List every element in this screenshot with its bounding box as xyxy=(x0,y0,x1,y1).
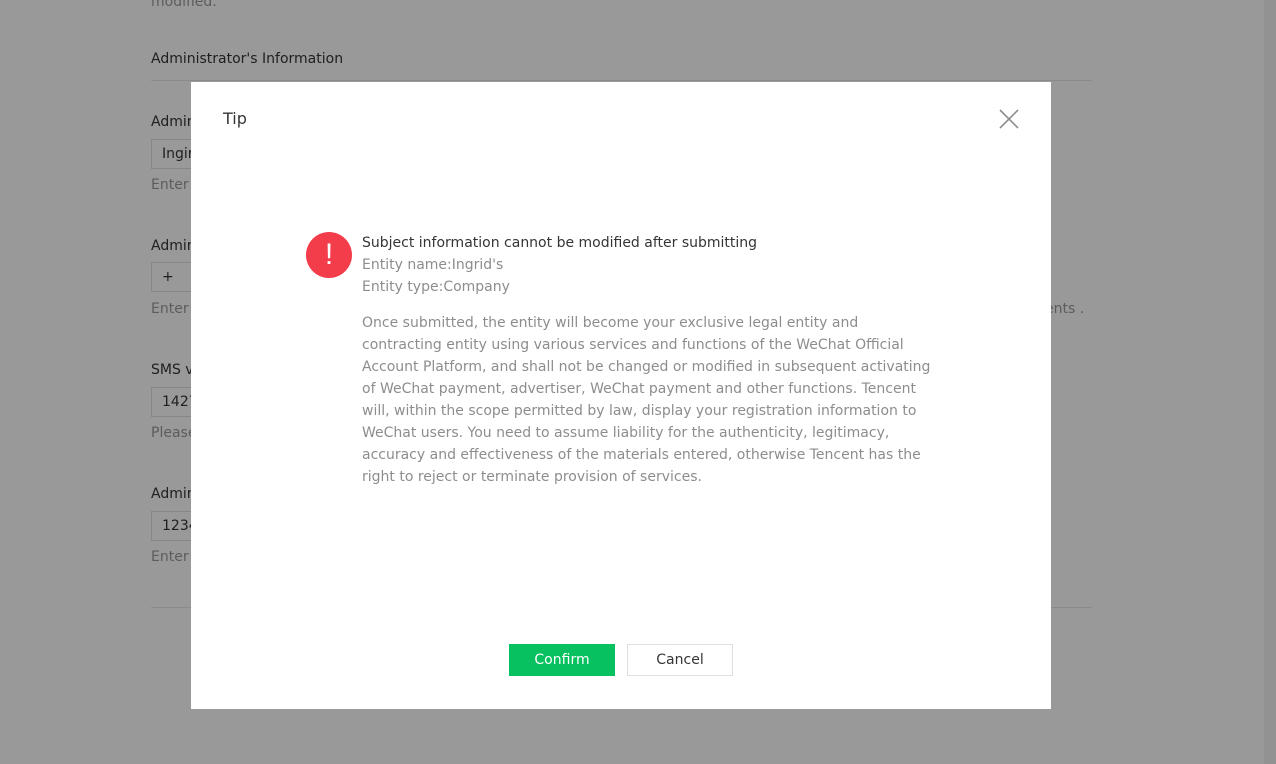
dialog-title: Tip xyxy=(223,109,247,128)
entity-type-text: Entity type:Company xyxy=(362,279,510,295)
close-icon[interactable] xyxy=(997,107,1021,131)
message-title: Subject information cannot be modified a… xyxy=(362,235,758,251)
message-description: Once submitted, the entity will become y… xyxy=(362,315,931,485)
dialog-message: Subject information cannot be modified a… xyxy=(362,232,932,488)
tip-dialog: Tip ! Subject information cannot be modi… xyxy=(191,82,1051,709)
warning-glyph: ! xyxy=(324,238,334,271)
confirm-button[interactable]: Confirm xyxy=(509,644,615,676)
entity-name-text: Entity name:Ingrid's xyxy=(362,257,504,273)
cancel-button[interactable]: Cancel xyxy=(627,644,733,676)
warning-icon: ! xyxy=(306,232,352,278)
